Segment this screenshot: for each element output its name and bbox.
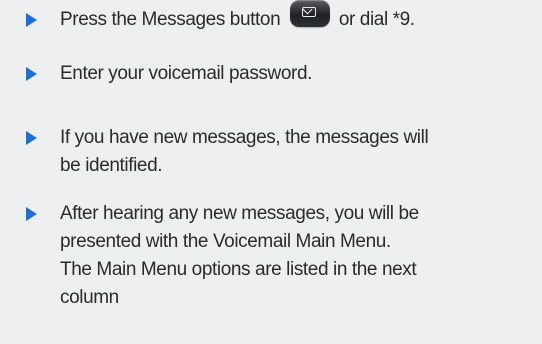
bullet-triangle-icon (26, 207, 37, 221)
step-line: column (60, 287, 119, 308)
step-line: Enter your voicemail password. (60, 63, 312, 84)
list-item: Press the Messages button or dial *9. (24, 0, 518, 46)
list-item: Enter your voicemail password. (24, 46, 518, 108)
messages-button-icon (289, 0, 330, 28)
voicemail-instructions-page: Press the Messages button or dial *9. En… (0, 0, 542, 344)
step-line: be identified. (60, 155, 163, 176)
envelope-icon (301, 7, 316, 18)
step-text-after: or dial *9. (338, 9, 415, 30)
list-item: If you have new messages, the messages w… (24, 108, 518, 180)
step-line: If you have new messages, the messages w… (60, 127, 429, 148)
step-line: The Main Menu options are listed in the … (60, 259, 417, 280)
step-line: After hearing any new messages, you will… (60, 203, 419, 224)
bullet-triangle-icon (26, 13, 37, 27)
step-line: presented with the Voicemail Main Menu. (60, 231, 391, 252)
list-item: After hearing any new messages, you will… (24, 180, 518, 312)
instruction-list: Press the Messages button or dial *9. En… (24, 0, 518, 312)
step-text-before: Press the Messages button (60, 9, 281, 30)
bullet-triangle-icon (26, 131, 37, 145)
bullet-triangle-icon (26, 67, 37, 81)
